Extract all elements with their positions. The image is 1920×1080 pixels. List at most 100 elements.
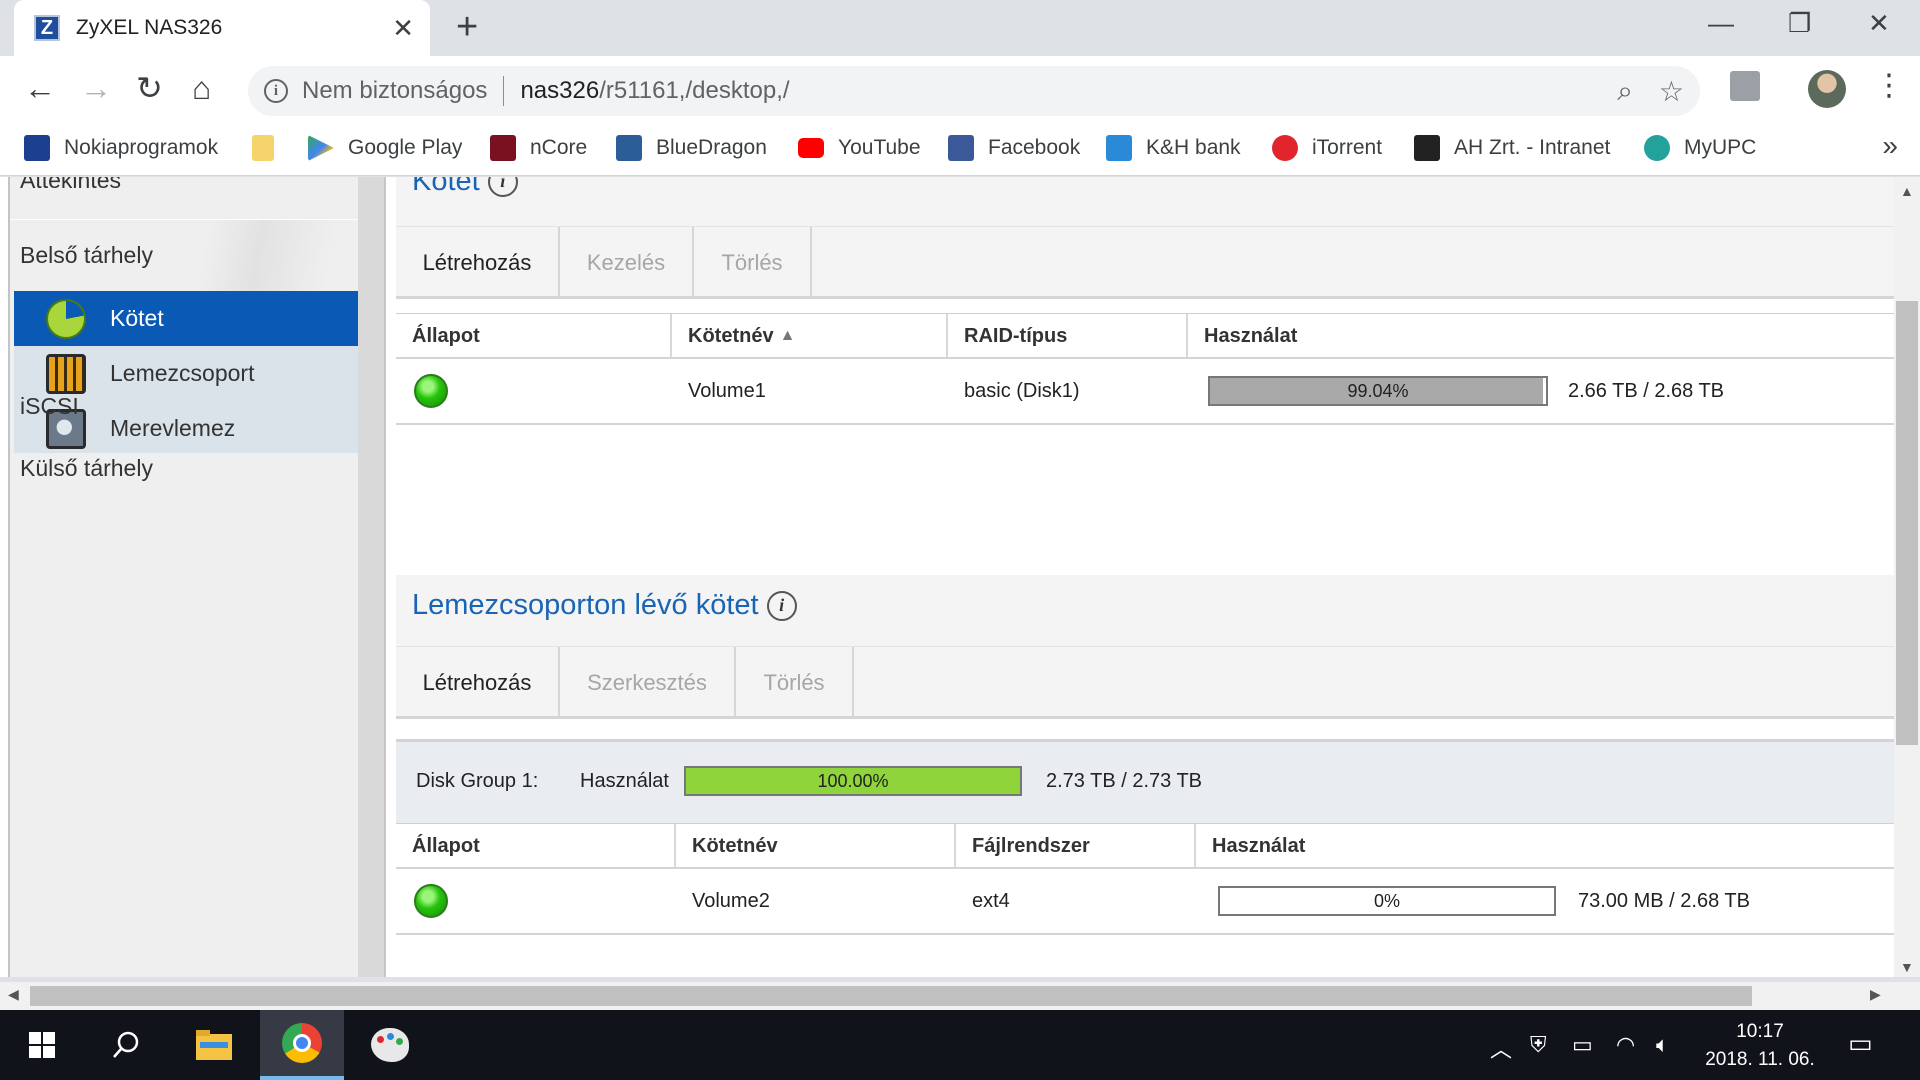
tab-close-icon[interactable]: ✕ [392, 13, 414, 44]
sidebar: Áttekintés Belső tárhely Kötet Lemezcsop… [8, 177, 360, 977]
close-window-icon[interactable]: ✕ [1868, 8, 1890, 39]
create-volume-button[interactable]: Létrehozás [396, 227, 560, 299]
address-bar[interactable]: i Nem biztonságos nas326/r51161,/desktop… [248, 66, 1700, 116]
sidebar-item-label: Merevlemez [110, 415, 236, 441]
chrome-taskbar-button[interactable] [260, 1010, 344, 1080]
delete-button[interactable]: Törlés [736, 647, 854, 719]
edit-button[interactable]: Szerkesztés [560, 647, 736, 719]
bookmark-facebook[interactable]: Facebook [948, 132, 1080, 164]
table-row[interactable]: Volume2 ext4 0% 73.00 MB / 2.68 TB [396, 869, 1894, 935]
bookmark-nokiaprogramok[interactable]: Nokiaprogramok [24, 132, 218, 164]
horizontal-scrollbar[interactable]: ◀ ▶ [0, 982, 1920, 1010]
col-usage[interactable]: Használat [1188, 314, 1894, 358]
pie-chart-icon [46, 298, 86, 339]
sidebar-section-internal-storage[interactable]: Belső tárhely [10, 219, 360, 291]
back-icon[interactable]: ← [24, 70, 56, 106]
browser-tab[interactable]: Z ZyXEL NAS326 ✕ [14, 0, 430, 56]
bookmark-youtube[interactable]: YouTube [798, 132, 921, 164]
scroll-right-icon[interactable]: ▶ [1870, 986, 1881, 1003]
info-icon[interactable]: i [766, 590, 797, 621]
vertical-scrollbar[interactable]: ▲ ▼ [1894, 177, 1920, 977]
bookmark-bluedragon[interactable]: BlueDragon [616, 132, 767, 164]
bookmark-star-icon[interactable]: ☆ [1659, 75, 1684, 108]
bookmark-ncore[interactable]: nCore [490, 132, 587, 164]
nas-page: Áttekintés Belső tárhely Kötet Lemezcsop… [0, 177, 1920, 977]
info-icon[interactable]: i [487, 177, 518, 197]
zoom-icon[interactable]: ⌕ [1617, 75, 1633, 108]
scroll-up-icon[interactable]: ▲ [1900, 183, 1914, 199]
scroll-left-icon[interactable]: ◀ [8, 986, 19, 1003]
info-icon[interactable]: i [264, 79, 288, 103]
minimize-icon[interactable]: — [1708, 8, 1734, 39]
bookmark-kh-bank[interactable]: K&H bank [1106, 132, 1241, 164]
security-shield-icon[interactable]: ⛨ [1530, 1032, 1547, 1058]
scroll-down-icon[interactable]: ▼ [1900, 959, 1914, 975]
notifications-icon[interactable]: ▭ [1848, 1028, 1873, 1059]
liga-icon [1414, 135, 1440, 161]
bookmark-google-play[interactable]: Google Play [308, 132, 462, 164]
wifi-icon[interactable]: ◠ [1616, 1032, 1635, 1058]
restore-icon[interactable]: ❐ [1788, 8, 1811, 39]
url-text[interactable]: nas326/r51161,/desktop,/ [520, 77, 789, 105]
extension-icon[interactable] [1730, 71, 1760, 101]
clock-time: 10:17 [1736, 1021, 1784, 1042]
bookmark-myupc[interactable]: MyUPC [1644, 132, 1756, 164]
paint-taskbar-button[interactable] [348, 1010, 432, 1080]
col-volume-name[interactable]: Kötetnév ▲ [672, 314, 948, 358]
security-label: Nem biztonságos [302, 77, 488, 104]
bluedragon-icon [616, 135, 642, 161]
profile-avatar[interactable] [1808, 70, 1846, 108]
disk-group-icon [46, 353, 86, 394]
col-filesystem[interactable]: Fájlrendszer [956, 824, 1196, 868]
sidebar-item-volume[interactable]: Kötet [14, 291, 360, 346]
sidebar-splitter[interactable] [358, 177, 386, 977]
bookmark-label: Facebook [988, 136, 1081, 159]
bookmark-ah-intranet[interactable]: AH Zrt. - Intranet [1414, 132, 1610, 164]
col-status[interactable]: Állapot [396, 824, 676, 868]
folder-icon [252, 135, 274, 161]
disk-group-capacity: 2.73 TB / 2.73 TB [1046, 769, 1203, 792]
system-clock[interactable]: 10:17 2018. 11. 06. [1690, 1018, 1830, 1074]
youtube-icon [798, 138, 824, 158]
manage-volume-button[interactable]: Kezelés [560, 227, 694, 299]
start-button[interactable] [0, 1010, 84, 1080]
col-status[interactable]: Állapot [396, 314, 672, 358]
sidebar-item-iscsi[interactable]: iSCSI [20, 393, 79, 420]
reload-icon[interactable]: ↻ [136, 70, 163, 106]
upc-icon [1644, 135, 1670, 161]
sidebar-item-label: Lemezcsoport [110, 360, 255, 386]
table-row[interactable]: Volume1 basic (Disk1) 99.04% 2.66 TB / 2… [396, 359, 1894, 425]
col-raid-type[interactable]: RAID-típus [948, 314, 1188, 358]
sidebar-item-overview[interactable]: Áttekintés [20, 177, 121, 194]
menu-kebab-icon[interactable]: ⋮ [1874, 68, 1904, 103]
filesystem-cell: ext4 [972, 889, 1010, 912]
diskgroup-action-bar: Létrehozás Szerkesztés Törlés [396, 647, 1894, 719]
kh-icon [1106, 135, 1132, 161]
search-button[interactable] [84, 1010, 168, 1080]
volume-action-bar: Létrehozás Kezelés Törlés [396, 227, 1894, 299]
sidebar-item-external-storage[interactable]: Külső tárhely [20, 455, 153, 482]
battery-icon[interactable]: ▭ [1572, 1032, 1593, 1058]
np-icon [24, 135, 50, 161]
file-explorer-button[interactable] [172, 1010, 256, 1080]
bookmark-folder[interactable] [252, 132, 288, 164]
show-hidden-icons[interactable]: ︿ [1490, 1032, 1512, 1064]
itorrent-icon [1272, 135, 1298, 161]
delete-volume-button[interactable]: Törlés [694, 227, 812, 299]
vertical-scroll-thumb[interactable] [1896, 301, 1918, 745]
home-icon[interactable]: ⌂ [192, 70, 211, 106]
horizontal-scroll-thumb[interactable] [30, 986, 1752, 1006]
diskgroup-title: Lemezcsoporton lévő kötet [412, 589, 759, 621]
new-tab-button[interactable]: + [456, 8, 478, 46]
col-usage[interactable]: Használat [1196, 824, 1894, 868]
folder-icon [196, 1030, 232, 1060]
bookmark-itorrent[interactable]: iTorrent [1272, 132, 1382, 164]
bookmarks-overflow-icon[interactable]: » [1882, 130, 1898, 162]
usage-bar: 0% [1218, 886, 1556, 916]
zyxel-favicon-icon: Z [34, 15, 60, 41]
create-button[interactable]: Létrehozás [396, 647, 560, 719]
usage-percent: 0% [1373, 890, 1400, 911]
volume-icon[interactable]: 🔈︎ [1656, 1032, 1669, 1058]
forward-icon[interactable]: → [80, 70, 112, 106]
col-volume-name[interactable]: Kötetnév [676, 824, 956, 868]
